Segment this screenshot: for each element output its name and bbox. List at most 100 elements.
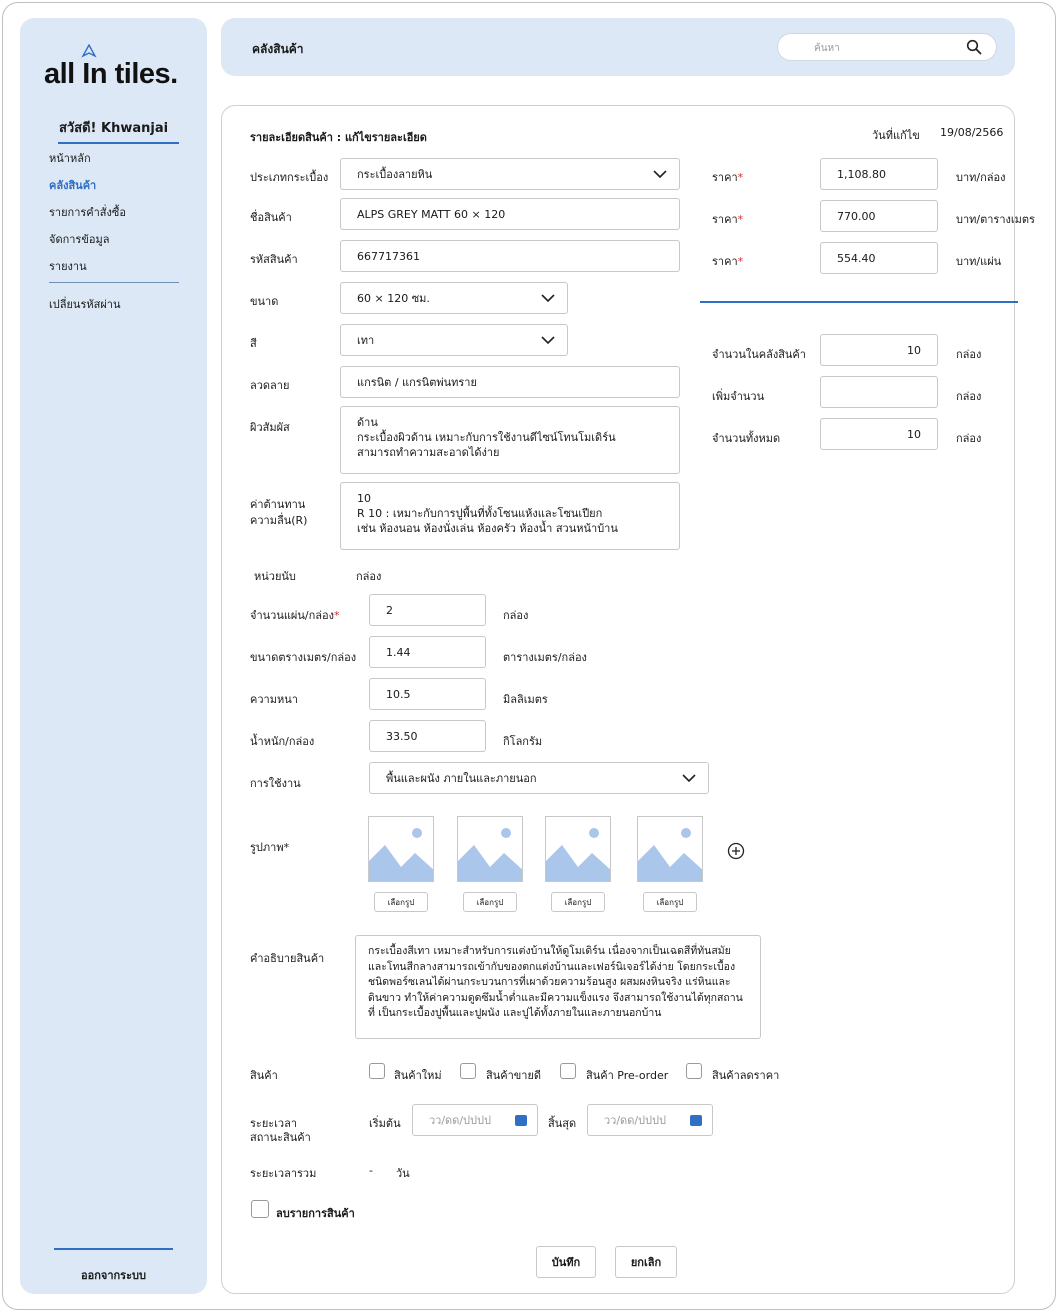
pick-image-button[interactable]: เลือกรูป bbox=[463, 892, 517, 912]
image-placeholder[interactable] bbox=[545, 816, 611, 882]
add-quantity-label: เพิ่มจำนวน bbox=[712, 390, 765, 403]
pick-image-button[interactable]: เลือกรูป bbox=[643, 892, 697, 912]
logo-text: all In tiles. bbox=[44, 58, 178, 90]
search-icon[interactable] bbox=[966, 39, 982, 55]
page-title: คลังสินค้า bbox=[252, 42, 304, 56]
cancel-button[interactable]: ยกเลิก bbox=[615, 1246, 677, 1278]
product-name-label: ชื่อสินค้า bbox=[250, 211, 292, 224]
new-product-checkbox[interactable] bbox=[369, 1063, 385, 1079]
calendar-icon[interactable] bbox=[515, 1115, 527, 1126]
weight-unit: กิโลกรัม bbox=[503, 735, 543, 748]
description-label: คำอธิบายสินค้า bbox=[250, 952, 325, 965]
add-quantity-input[interactable] bbox=[820, 376, 938, 408]
product-code-input[interactable]: 667717361 bbox=[340, 240, 680, 272]
usage-select[interactable]: พื้นและผนัง ภายในและภายนอก bbox=[369, 762, 709, 794]
app-logo: all In tiles. bbox=[44, 44, 178, 91]
sidebar-item-orders[interactable]: รายการคำสั่งซื้อ bbox=[49, 203, 126, 221]
edit-date-value: 19/08/2566 bbox=[940, 126, 1004, 139]
delete-product-checkbox[interactable] bbox=[251, 1200, 269, 1218]
size-value: 60 × 120 ซม. bbox=[357, 292, 430, 305]
description-line: กระเบื้องสีเทา เหมาะสำหรับการแต่งบ้านให้… bbox=[368, 945, 731, 957]
sqm-per-box-label: ขนาดตรางเมตร/กล่อง bbox=[250, 651, 357, 664]
pick-image-button[interactable]: เลือกรูป bbox=[551, 892, 605, 912]
total-quantity-input[interactable]: 10 bbox=[820, 418, 938, 450]
sidebar-item-change-password[interactable]: เปลี่ยนรหัสผ่าน bbox=[49, 295, 120, 313]
price-per-piece-input[interactable]: 554.40 bbox=[820, 242, 938, 274]
texture-textarea[interactable]: ด้าน กระเบื้องผิวด้าน เหมาะกับการใช้งานด… bbox=[340, 406, 680, 474]
product-name-input[interactable]: ALPS GREY MATT 60 × 120 bbox=[340, 198, 680, 230]
save-button[interactable]: บันทึก bbox=[536, 1246, 596, 1278]
size-select[interactable]: 60 × 120 ซม. bbox=[340, 282, 568, 314]
texture-line: ด้าน bbox=[357, 416, 378, 429]
sqm-per-box-input[interactable]: 1.44 bbox=[369, 636, 486, 668]
color-value: เทา bbox=[357, 334, 375, 347]
image-icon bbox=[638, 828, 702, 881]
price-per-box-value: 1,108.80 bbox=[837, 167, 886, 181]
pre-order-checkbox[interactable] bbox=[560, 1063, 576, 1079]
thickness-label: ความหนา bbox=[250, 693, 298, 706]
discount-label: สินค้าลดราคา bbox=[712, 1069, 780, 1082]
description-textarea[interactable]: กระเบื้องสีเทา เหมาะสำหรับการแต่งบ้านให้… bbox=[355, 935, 761, 1039]
thickness-value: 10.5 bbox=[386, 687, 411, 701]
image-placeholder[interactable] bbox=[457, 816, 523, 882]
calendar-icon[interactable] bbox=[690, 1115, 702, 1126]
slip-resistance-textarea[interactable]: 10 R 10 : เหมาะกับการปูพื้นที่ทั้งโซนแห้… bbox=[340, 482, 680, 550]
product-flags-label: สินค้า bbox=[250, 1069, 278, 1082]
pre-order-label: สินค้า Pre-order bbox=[586, 1069, 669, 1082]
total-quantity-label: จำนวนทั้งหมด bbox=[712, 432, 781, 445]
delete-product-label: ลบรายการสินค้า bbox=[276, 1207, 355, 1220]
color-select[interactable]: เทา bbox=[340, 324, 568, 356]
total-quantity-unit: กล่อง bbox=[956, 432, 982, 445]
header-bar: คลังสินค้า ค้นหา bbox=[221, 18, 1015, 76]
add-quantity-unit: กล่อง bbox=[956, 390, 982, 403]
sidebar-item-home[interactable]: หน้าหลัก bbox=[49, 149, 91, 167]
weight-label: น้ำหนัก/กล่อง bbox=[250, 735, 315, 748]
color-label: สี bbox=[250, 337, 257, 350]
image-icon bbox=[369, 828, 433, 881]
image-placeholder[interactable] bbox=[368, 816, 434, 882]
product-detail-card: รายละเอียดสินค้า : แก้ไขรายละเอียด วันที… bbox=[221, 105, 1035, 1294]
start-date-input[interactable]: วว/ดด/ปปปป bbox=[412, 1104, 538, 1136]
end-date-label: สิ้นสุด bbox=[548, 1117, 577, 1130]
tile-type-select[interactable]: กระเบื้องลายหิน bbox=[340, 158, 680, 190]
best-seller-label: สินค้าขายดี bbox=[486, 1069, 542, 1082]
price-per-box-input[interactable]: 1,108.80 bbox=[820, 158, 938, 190]
logout-button[interactable]: ออกจากระบบ bbox=[20, 1266, 207, 1284]
stock-in-warehouse-unit: กล่อง bbox=[956, 348, 982, 361]
image-icon bbox=[546, 828, 610, 881]
image-placeholder[interactable] bbox=[637, 816, 703, 882]
pattern-input[interactable]: แกรนิต / แกรนิตพ่นทราย bbox=[340, 366, 680, 398]
texture-line: กระเบื้องผิวด้าน เหมาะกับการใช้งานดีไซน์… bbox=[357, 431, 616, 444]
images-label: รูปภาพ* bbox=[250, 841, 290, 854]
sidebar-item-data-management[interactable]: จัดการข้อมูล bbox=[49, 230, 109, 248]
price-per-sqm-input[interactable]: 770.00 bbox=[820, 200, 938, 232]
chevron-down-icon bbox=[541, 336, 555, 344]
sidebar: all In tiles. สวัสดี! Khwanjai หน้าหลัก … bbox=[20, 18, 207, 1294]
chevron-down-icon bbox=[541, 294, 555, 302]
price-per-box-unit: บาท/กล่อง bbox=[956, 171, 1006, 184]
discount-checkbox[interactable] bbox=[686, 1063, 702, 1079]
description-line: และโทนสีกลางสามารถเข้ากับของตกแต่งบ้านแล… bbox=[368, 960, 736, 973]
price-label: ราคา* bbox=[712, 255, 744, 268]
thickness-unit: มิลลิเมตร bbox=[503, 693, 548, 706]
sqm-per-box-unit: ตารางเมตร/กล่อง bbox=[503, 651, 587, 664]
size-label: ขนาด bbox=[250, 295, 279, 308]
pick-image-button[interactable]: เลือกรูป bbox=[374, 892, 428, 912]
sidebar-item-reports[interactable]: รายงาน bbox=[49, 257, 87, 275]
search-input[interactable]: ค้นหา bbox=[777, 33, 997, 61]
sidebar-item-warehouse[interactable]: คลังสินค้า bbox=[49, 176, 96, 194]
section-divider bbox=[700, 301, 1018, 303]
thickness-input[interactable]: 10.5 bbox=[369, 678, 486, 710]
price-per-sqm-unit: บาท/ตารางเมตร bbox=[956, 213, 1035, 226]
description-line: ที่ เป็นกระเบื้องปูพื้นและปูผนัง และปูได… bbox=[368, 1007, 662, 1019]
best-seller-checkbox[interactable] bbox=[460, 1063, 476, 1079]
stock-in-warehouse-input[interactable]: 10 bbox=[820, 334, 938, 366]
pieces-per-box-label: จำนวนแผ่น/กล่อง* bbox=[250, 609, 340, 622]
greeting: สวัสดี! Khwanjai bbox=[58, 121, 169, 136]
pieces-per-box-input[interactable]: 2 bbox=[369, 594, 486, 626]
paper-plane-icon bbox=[81, 44, 97, 58]
add-image-icon[interactable] bbox=[727, 842, 745, 860]
end-date-input[interactable]: วว/ดด/ปปปป bbox=[587, 1104, 713, 1136]
weight-input[interactable]: 33.50 bbox=[369, 720, 486, 752]
total-period-value: - bbox=[369, 1164, 373, 1177]
